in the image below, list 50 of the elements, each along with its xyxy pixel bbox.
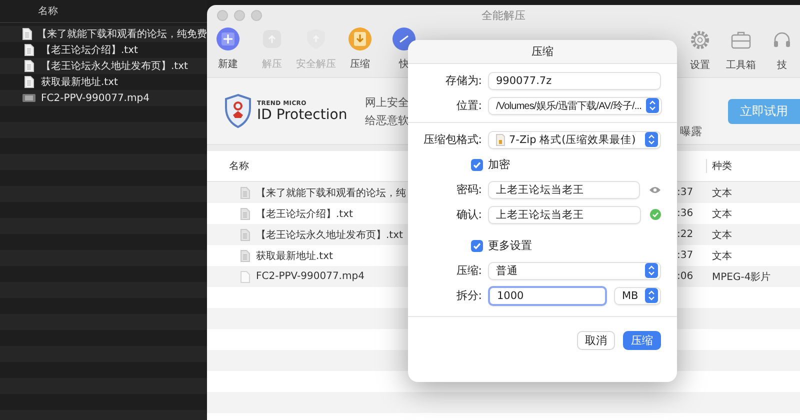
kind-cell-text: 文本 <box>711 250 733 262</box>
file-name[interactable]: 【老王论坛永久地址发布页】.txt <box>256 228 403 242</box>
cancel-button[interactable]: 取消 <box>577 331 615 350</box>
time-cell-text: :06 <box>677 271 694 282</box>
column-header[interactable]: 种类 <box>712 161 732 172</box>
input-field[interactable]: 1000 <box>488 286 607 306</box>
time-cell-text: :22 <box>677 229 694 240</box>
file-name[interactable]: 获取最新地址.txt <box>256 248 333 262</box>
compress-button[interactable]: 压缩 <box>623 331 661 350</box>
column-header[interactable]: 名称 <box>38 4 58 18</box>
kind-cell-text: 文本 <box>711 186 733 200</box>
file-name[interactable]: FC2-PPV-990077.mp4 <box>256 271 364 282</box>
field-label: 压缩: <box>455 263 483 278</box>
file-name[interactable]: 【来了就能下载和观看的论坛，纯 <box>256 186 406 200</box>
toolbar-button[interactable]: 设置 <box>682 27 718 72</box>
field-label: 拆分: <box>455 288 483 303</box>
ad-text: 曝露 <box>680 124 702 139</box>
kind-cell-text: 文本 <box>711 228 733 242</box>
dialog-title: 压缩 <box>532 44 554 59</box>
time-cell-text: :36 <box>677 208 694 219</box>
field-label: 确认: <box>455 207 483 222</box>
toolbar-button[interactable]: 工具箱 <box>723 27 759 72</box>
input-field[interactable]: 上老王论坛当老王 <box>488 180 640 198</box>
brand-name: ID Protection <box>257 106 348 122</box>
field-label: 压缩包格式: <box>422 132 483 147</box>
field-label: 密码: <box>455 182 483 197</box>
toolbar-button[interactable]: 新建 <box>209 27 247 71</box>
dropdown[interactable]: 7-Zip 格式(压缩效果最佳) <box>488 130 661 148</box>
input-field[interactable]: 990077.7z <box>488 72 661 90</box>
time-cell-text: :37 <box>677 187 694 198</box>
dropdown[interactable]: MB <box>614 286 661 304</box>
file-name[interactable]: 【老王论坛介绍】.txt <box>41 43 138 57</box>
toolbar-button[interactable]: 技 <box>764 27 800 72</box>
kind-cell-text: MPEG-4影片 <box>711 270 772 284</box>
field-label: 位置: <box>455 98 483 113</box>
ad-text: 网上安全 <box>365 94 410 110</box>
time-cell-text: :37 <box>677 250 694 261</box>
dropdown[interactable]: /Volumes/娱乐/迅雷下载/AV/玲子/... <box>488 96 662 114</box>
kind-cell-text: 文本 <box>711 208 733 220</box>
checkbox-label[interactable]: 更多设置 <box>488 238 532 253</box>
field-label: 存储为: <box>444 73 483 88</box>
dropdown[interactable]: 普通 <box>488 262 661 280</box>
input-field[interactable]: 上老王论坛当老王 <box>488 206 641 224</box>
column-header[interactable]: 名称 <box>229 161 249 172</box>
file-name[interactable]: 【老王论坛介绍】.txt <box>256 206 353 220</box>
window-title: 全能解压 <box>482 9 526 22</box>
ad-text: 给恶意软 <box>365 112 410 128</box>
file-name[interactable]: 获取最新地址.txt <box>41 75 118 89</box>
checkbox-label[interactable]: 加密 <box>488 157 510 172</box>
toolbar-button[interactable]: 压缩 <box>341 27 379 71</box>
